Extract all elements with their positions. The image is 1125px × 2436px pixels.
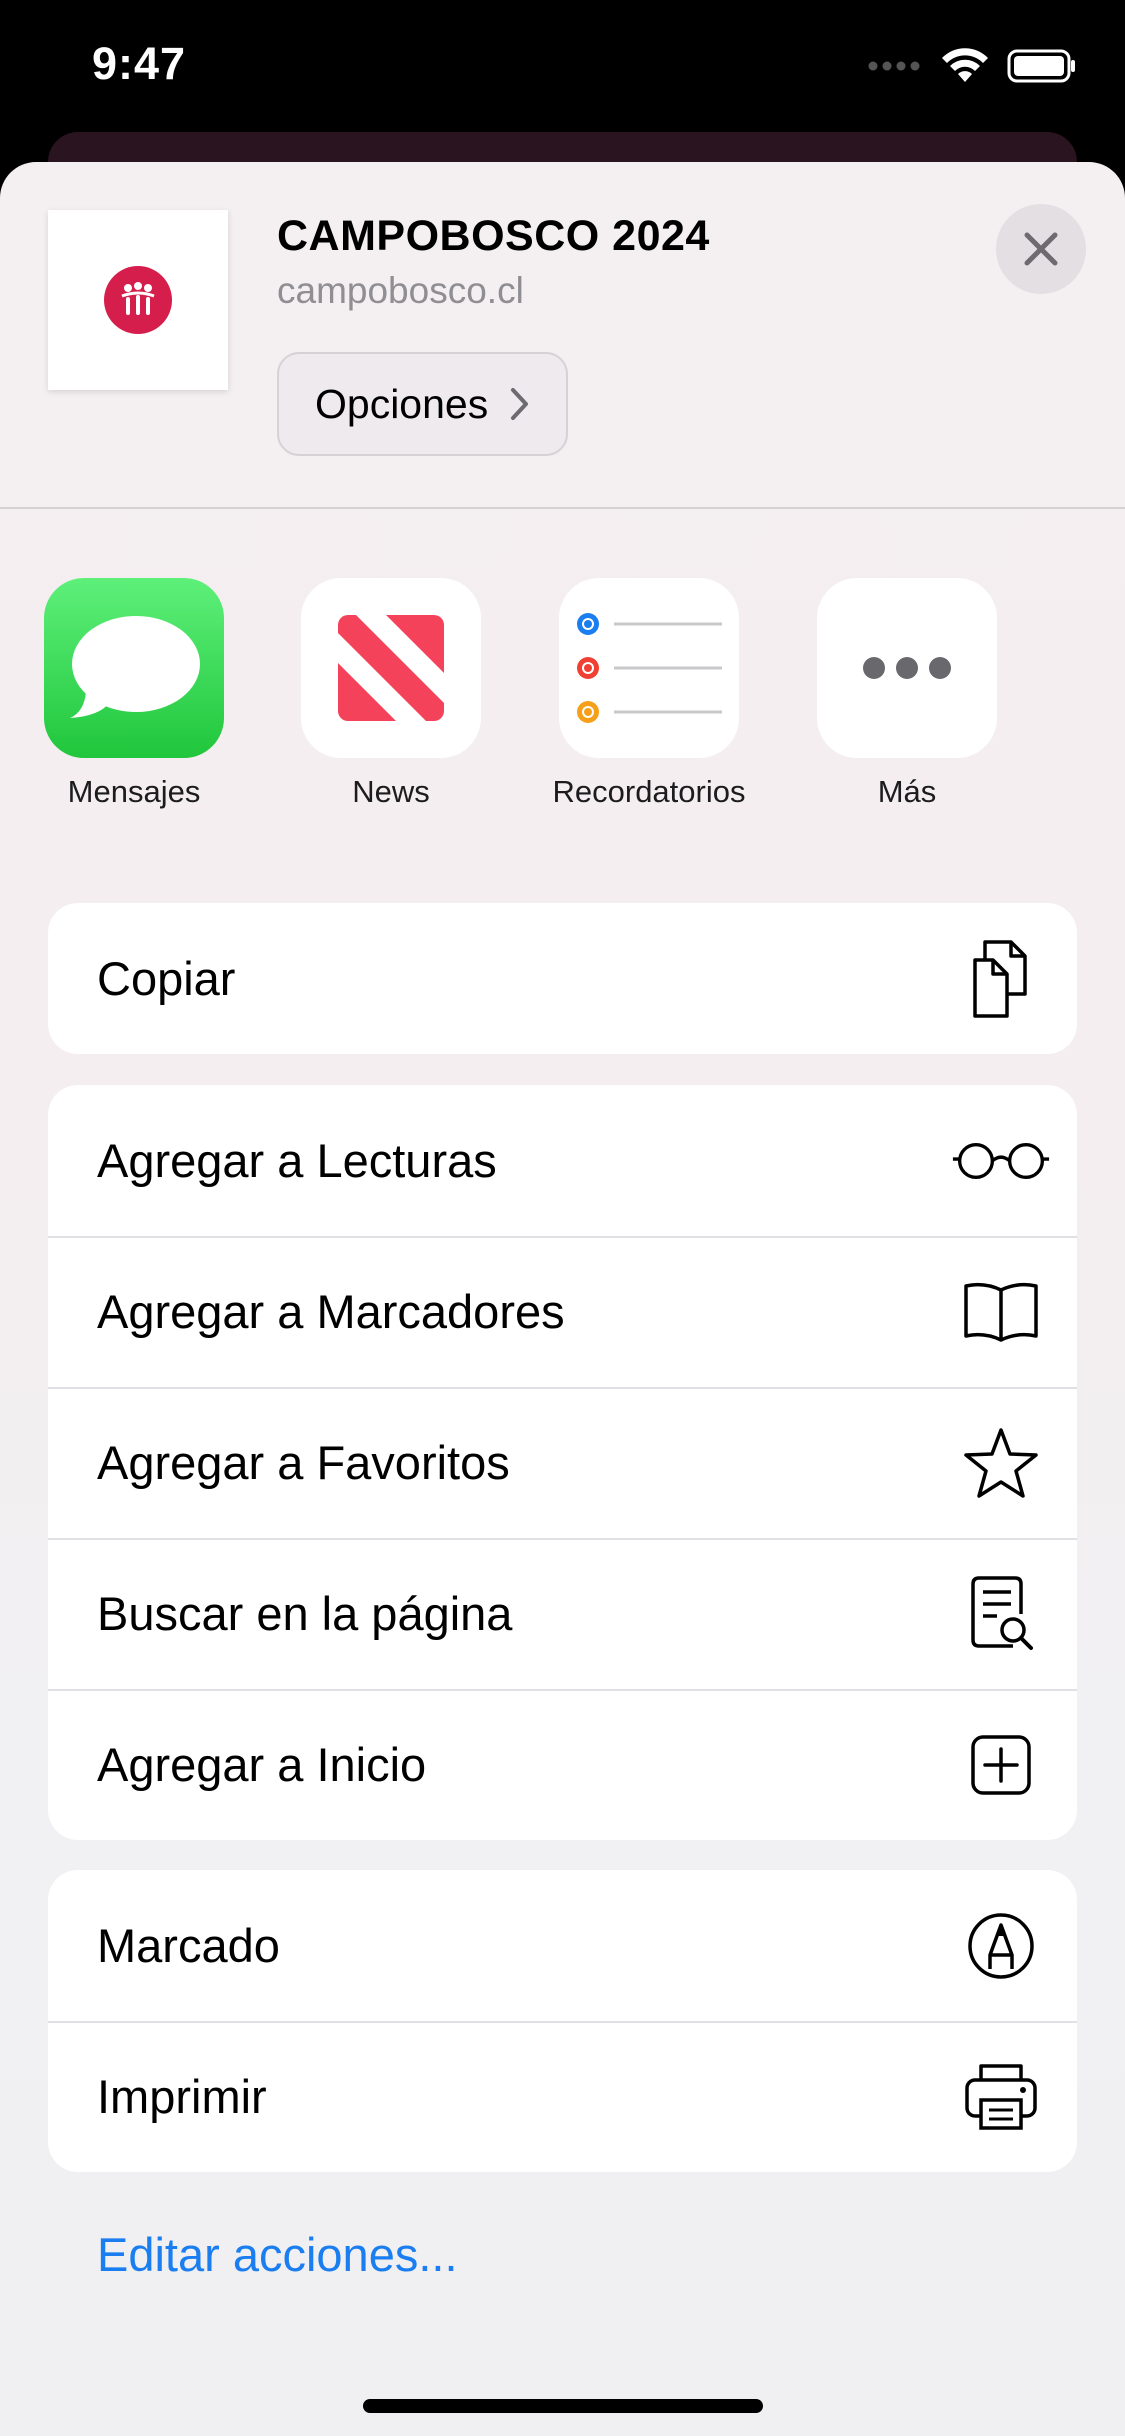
action-label: Agregar a Favoritos xyxy=(97,1436,510,1489)
chevron-right-icon xyxy=(511,388,529,420)
action-find-in-page[interactable]: Buscar en la página xyxy=(48,1538,1077,1689)
messages-icon xyxy=(44,578,224,758)
close-icon xyxy=(1024,232,1058,266)
action-label: Copiar xyxy=(97,952,236,1005)
header-divider xyxy=(0,507,1125,509)
action-copy[interactable]: Copiar xyxy=(48,903,1077,1054)
app-messages[interactable]: Mensajes xyxy=(14,578,254,810)
signal-icon xyxy=(868,61,920,71)
close-button[interactable] xyxy=(996,204,1086,294)
printer-icon xyxy=(951,2047,1051,2147)
action-label: Agregar a Lecturas xyxy=(97,1134,497,1187)
options-label: Opciones xyxy=(315,380,489,427)
status-icons xyxy=(867,48,1077,84)
options-button[interactable]: Opciones xyxy=(277,352,569,456)
action-group-copy: Copiar xyxy=(48,903,1077,1054)
action-label: Agregar a Marcadores xyxy=(97,1285,565,1338)
reminders-icon xyxy=(559,578,739,758)
action-group-main: Agregar a Lecturas Agregar a Marcadores xyxy=(48,1085,1077,1840)
book-icon xyxy=(951,1262,1051,1362)
status-bar: 9:47 xyxy=(0,0,1125,140)
site-url: campobosco.cl xyxy=(277,270,524,311)
home-indicator[interactable] xyxy=(363,2399,763,2413)
copy-icon xyxy=(951,929,1051,1029)
action-markup[interactable]: Marcado xyxy=(48,1870,1077,2021)
action-label: Marcado xyxy=(97,1919,280,1972)
share-sheet: CAMPOBOSCO 2024 campobosco.cl Opciones M… xyxy=(0,162,1125,2436)
wifi-icon xyxy=(942,48,988,82)
add-square-icon xyxy=(951,1715,1051,1815)
site-thumbnail xyxy=(48,210,228,390)
battery-icon xyxy=(1007,49,1075,83)
find-in-page-icon xyxy=(951,1564,1051,1664)
share-header: CAMPOBOSCO 2024 campobosco.cl Opciones xyxy=(0,162,1125,507)
action-label: Imprimir xyxy=(97,2070,267,2123)
news-icon xyxy=(301,578,481,758)
site-logo xyxy=(104,266,172,334)
app-reminders[interactable]: Recordatorios xyxy=(529,578,769,810)
star-icon xyxy=(951,1413,1051,1513)
people-logo-icon xyxy=(121,282,155,315)
action-bookmarks[interactable]: Agregar a Marcadores xyxy=(48,1236,1077,1387)
more-icon xyxy=(817,578,997,758)
edit-actions-link[interactable]: Editar acciones... xyxy=(97,2227,458,2282)
site-title: CAMPOBOSCO 2024 xyxy=(277,212,710,260)
app-label: Recordatorios xyxy=(552,774,746,809)
app-share-row: Mensajes News Recordatorios Más xyxy=(0,578,1125,828)
app-label: Mensajes xyxy=(67,774,201,809)
action-group-tools: Marcado Imprimir xyxy=(48,1870,1077,2172)
app-label: Más xyxy=(877,774,937,809)
action-favorites[interactable]: Agregar a Favoritos xyxy=(48,1387,1077,1538)
markup-icon xyxy=(951,1896,1051,1996)
app-news[interactable]: News xyxy=(271,578,511,810)
app-label: News xyxy=(352,774,430,809)
action-label: Agregar a Inicio xyxy=(97,1738,427,1791)
app-more[interactable]: Más xyxy=(787,578,1027,810)
action-print[interactable]: Imprimir xyxy=(48,2021,1077,2172)
action-label: Buscar en la página xyxy=(97,1587,513,1640)
action-reading-list[interactable]: Agregar a Lecturas xyxy=(48,1085,1077,1236)
status-time: 9:47 xyxy=(92,38,187,89)
glasses-icon xyxy=(951,1111,1051,1211)
action-add-to-home[interactable]: Agregar a Inicio xyxy=(48,1689,1077,1840)
